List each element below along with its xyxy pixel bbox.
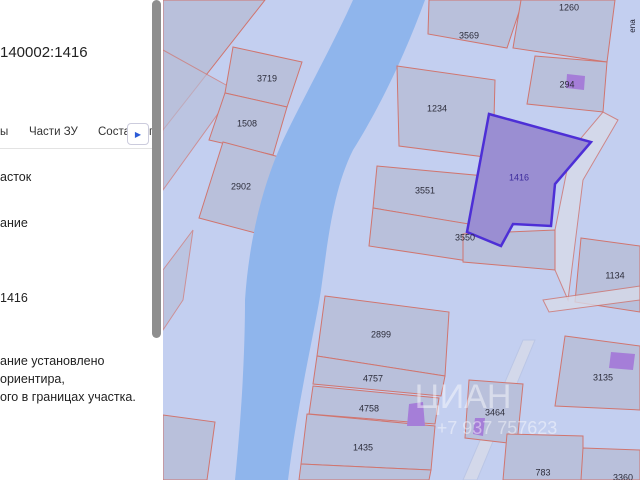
map-canvas[interactable]: 1260 3569 3719 294 1234 1508 1416 2902 3… <box>162 0 640 482</box>
tab-composition[interactable]: Соста <box>98 126 130 138</box>
chevron-right-icon: ▶ <box>134 129 142 139</box>
parcel[interactable] <box>162 414 216 481</box>
parcel-label: 3360 <box>613 472 633 480</box>
parcel-label: 1508 <box>237 118 257 128</box>
location-note-line: ориентира, <box>0 372 65 386</box>
cadastral-number-title: 140002:1416 <box>0 44 88 61</box>
parcel-label: 1134 <box>605 270 624 280</box>
parcel-label: 2902 <box>231 181 251 191</box>
object-name-value: ание <box>0 216 28 230</box>
map-edge-label: ena <box>628 19 637 33</box>
object-type-value: асток <box>0 170 32 184</box>
tabs-scroll-right-button[interactable]: ▶ <box>127 123 149 145</box>
location-note-line: ого в границах участка. <box>0 390 136 404</box>
parcel-label: 1260 <box>559 2 579 12</box>
parcel-label: 1234 <box>427 103 447 113</box>
parcel-label: 3551 <box>415 185 435 195</box>
parcel-label: 294 <box>559 79 574 89</box>
parcel-number-value: 1416 <box>0 291 28 305</box>
parcel-label: 3719 <box>257 73 277 83</box>
parcel-label: 3550 <box>455 232 475 242</box>
parcel-label: 4758 <box>359 403 379 413</box>
parcel-label: 783 <box>535 467 550 477</box>
parcel-label: 3569 <box>459 30 479 40</box>
parcel-label: 4757 <box>363 373 383 383</box>
watermark-phone: +7 937 757623 <box>437 418 558 438</box>
info-panel: 140002:1416 ы Части ЗУ Соста г ▶ асток а… <box>0 0 163 480</box>
watermark-brand: ЦИАН <box>415 378 512 416</box>
tab-characteristics[interactable]: ы <box>0 126 8 138</box>
location-note-line: ание установлено <box>0 354 105 368</box>
tab-parcel-parts[interactable]: Части ЗУ <box>29 126 78 138</box>
building <box>609 352 635 370</box>
cadastral-map[interactable]: 1260 3569 3719 294 1234 1508 1416 2902 3… <box>162 0 640 482</box>
parcel-label: 1435 <box>353 442 373 452</box>
tabs-divider <box>0 148 152 149</box>
selected-parcel-label: 1416 <box>509 172 529 182</box>
panel-scrollbar[interactable] <box>152 0 161 338</box>
parcel-label: 3135 <box>593 372 613 382</box>
parcel-label: 2899 <box>371 329 391 339</box>
location-note: ание установлено ориентира, ого в границ… <box>0 352 136 406</box>
